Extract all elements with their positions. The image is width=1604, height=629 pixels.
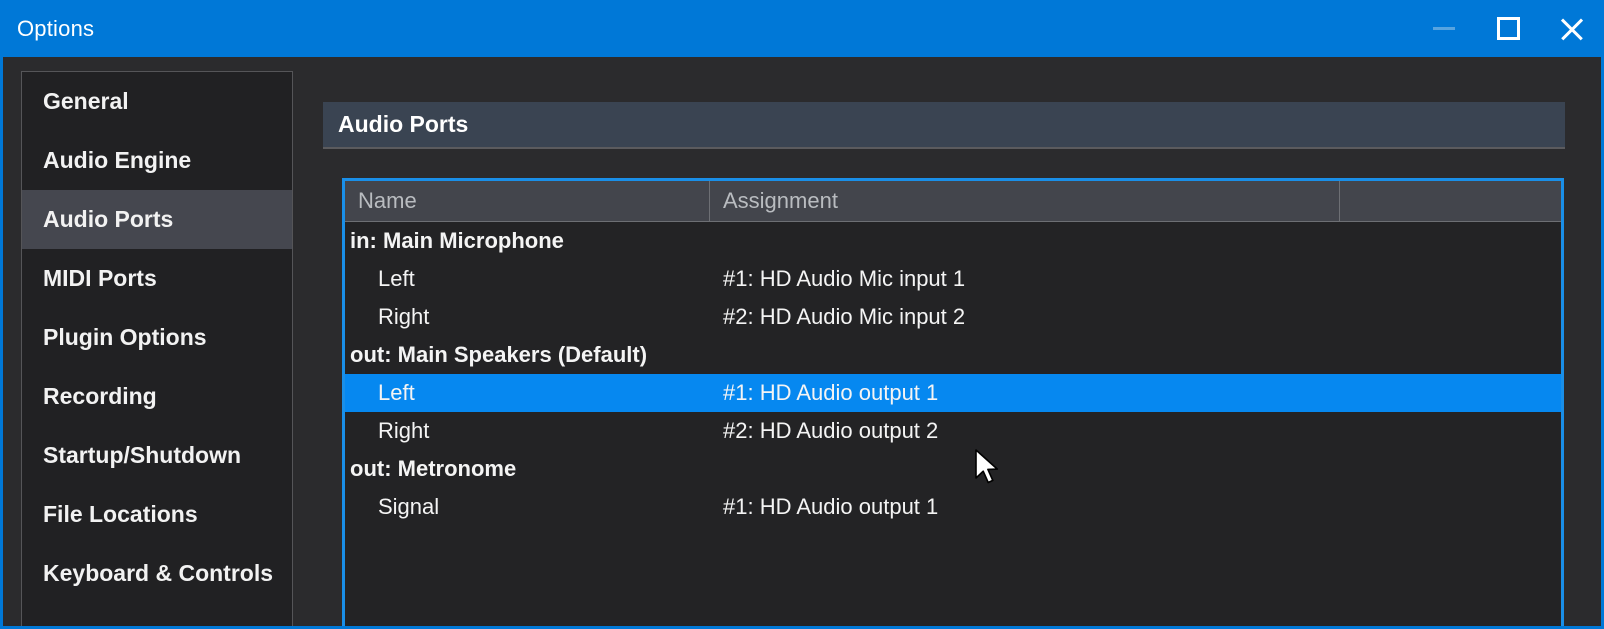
cell-port-assignment[interactable]: #1: HD Audio Mic input 1 [710,266,1340,292]
main-content: Audio Ports Name Assignment in: Main Mic… [322,57,1601,626]
section-title: Audio Ports [338,111,469,137]
cell-port-name: Right [378,418,430,443]
sidebar-item-recording[interactable]: Recording [22,367,292,426]
column-header-name[interactable]: Name [345,181,710,221]
table-row[interactable]: Left #1: HD Audio Mic input 1 [345,260,1561,298]
table-row[interactable]: in: Main Microphone [345,222,1561,260]
cell-port-name: out: Main Speakers (Default) [350,342,648,367]
cell-port-name: Left [378,380,415,405]
sidebar-item-label: MIDI Ports [43,265,157,291]
column-header-assignment[interactable]: Assignment [710,181,1340,221]
cell-port-name: Right [378,304,430,329]
sidebar-item-audio-ports[interactable]: Audio Ports [22,190,292,249]
sidebar-item-label: Keyboard & Controls [43,560,274,586]
title-bar: Options [3,0,1601,57]
sidebar-item-label: Recording [43,383,157,409]
maximize-button[interactable] [1476,0,1540,57]
settings-category-list: General Audio Engine Audio Ports MIDI Ports… [21,71,293,626]
section-header: Audio Ports [323,102,1565,149]
table-body: in: Main Microphone Left #1: HD Audio Mic … [345,222,1561,526]
audio-ports-table[interactable]: Name Assignment in: Main Microphone Left #… [342,178,1564,626]
table-row[interactable]: out: Metronome [345,450,1561,488]
cell-port-name: Left [378,266,415,291]
table-row[interactable]: Right #2: HD Audio Mic input 2 [345,298,1561,336]
sidebar-item-plugin-options[interactable]: Plugin Options [22,308,292,367]
window-title: Options [17,15,95,41]
sidebar-item-label: General [43,88,129,114]
cell-port-assignment[interactable]: #2: HD Audio output 2 [710,418,1340,444]
sidebar-item-general[interactable]: General [22,72,292,131]
sidebar-item-label: Plugin Options [43,324,207,350]
cell-port-name: Signal [378,494,440,519]
dialog-body: General Audio Engine Audio Ports MIDI Ports… [3,57,1601,626]
close-button[interactable] [1540,0,1601,57]
sidebar-item-label: Audio Engine [43,147,192,173]
column-header-extra[interactable] [1340,181,1561,221]
sidebar-item-keyboard-controls[interactable]: Keyboard & Controls [22,544,292,603]
cell-port-assignment[interactable]: #1: HD Audio output 1 [710,494,1340,520]
sidebar-item-startup-shutdown[interactable]: Startup/Shutdown [22,426,292,485]
table-row[interactable]: out: Main Speakers (Default) [345,336,1561,374]
table-row[interactable]: Signal #1: HD Audio output 1 [345,488,1561,526]
sidebar-item-label: Startup/Shutdown [43,442,242,468]
cell-port-assignment[interactable]: #1: HD Audio output 1 [710,380,1340,406]
table-row[interactable]: Right #2: HD Audio output 2 [345,412,1561,450]
cell-port-assignment[interactable]: #2: HD Audio Mic input 2 [710,304,1340,330]
sidebar-item-file-locations[interactable]: File Locations [22,485,292,544]
minimize-button[interactable] [1412,0,1476,57]
minimize-icon [1433,27,1455,30]
sidebar-item-label: Audio Ports [43,206,174,232]
maximize-icon [1496,17,1520,40]
cell-port-name: out: Metronome [350,456,517,481]
table-header-row: Name Assignment [345,181,1561,222]
close-icon [1558,15,1586,43]
sidebar-item-audio-engine[interactable]: Audio Engine [22,131,292,190]
cell-port-name: in: Main Microphone [350,228,564,253]
sidebar-item-label: File Locations [43,501,198,527]
options-window: Options General Audio Engine Audio Ports MI… [0,0,1604,629]
table-row[interactable]: Left #1: HD Audio output 1 [345,374,1561,412]
sidebar-item-midi-ports[interactable]: MIDI Ports [22,249,292,308]
